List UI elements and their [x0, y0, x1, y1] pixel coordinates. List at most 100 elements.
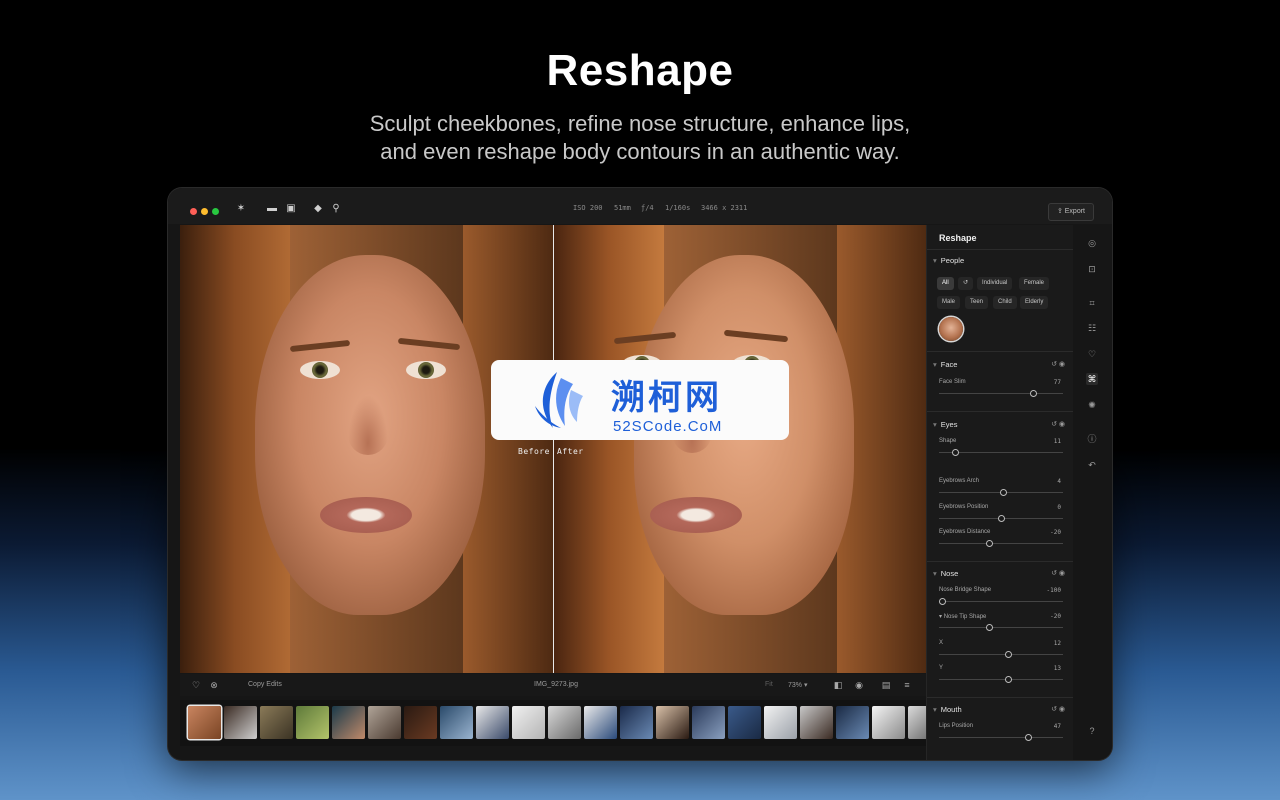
face-section-controls[interactable]: ↺ ◉ [1051, 360, 1065, 368]
eye-shape-slider[interactable] [939, 449, 1063, 456]
thumbnail[interactable] [260, 706, 293, 739]
reset-icon[interactable]: ↺ [1051, 421, 1057, 428]
chip-all[interactable]: All [937, 277, 954, 290]
info-icon[interactable]: ⓘ [1086, 433, 1098, 445]
nose-y-slider[interactable] [939, 676, 1063, 683]
nose-section-header[interactable]: ▾ Nose [933, 569, 958, 578]
adjust-icon[interactable]: ☷ [1086, 322, 1098, 334]
mouth-section-header[interactable]: ▾ Mouth [933, 705, 962, 714]
nose-section-controls[interactable]: ↺ ◉ [1051, 569, 1065, 577]
eraser-icon[interactable]: ◆ [311, 202, 325, 216]
thumbnail[interactable] [584, 706, 617, 739]
nose-x-slider[interactable] [939, 651, 1063, 658]
visibility-icon[interactable]: ◉ [1059, 421, 1065, 428]
compare-icon[interactable]: ◧ [832, 679, 844, 691]
help-icon[interactable]: ? [1086, 725, 1098, 737]
thumbnail[interactable] [512, 706, 545, 739]
slider-knob[interactable] [1000, 489, 1008, 496]
copy-edits-button[interactable]: Copy Edits [248, 681, 282, 688]
chip-child[interactable]: Child [993, 296, 1017, 309]
thumbnail[interactable] [656, 706, 689, 739]
slider-knob[interactable] [939, 598, 946, 605]
crop-icon[interactable]: ⌗ [1086, 297, 1098, 309]
slider-label: ▾ Nose Tip Shape [939, 614, 987, 620]
thumbnail[interactable] [800, 706, 833, 739]
nose-bridge-slider[interactable] [939, 598, 1063, 605]
sparkle-icon[interactable]: ✺ [1086, 399, 1098, 411]
thumbnail[interactable] [188, 706, 221, 739]
maximize-window-button[interactable] [212, 208, 219, 215]
mouth-section-controls[interactable]: ↺ ◉ [1051, 705, 1065, 713]
zoom-dropdown[interactable]: 73% ▾ [788, 681, 807, 689]
close-window-button[interactable] [190, 208, 197, 215]
thumbnail[interactable] [332, 706, 365, 739]
eyes-section-controls[interactable]: ↺ ◉ [1051, 420, 1065, 428]
thumbnail[interactable] [728, 706, 761, 739]
zoom-icon[interactable]: ⚲ [329, 202, 343, 216]
thumbnail[interactable] [368, 706, 401, 739]
reset-people-icon[interactable]: ↺ [958, 277, 974, 290]
reset-icon[interactable]: ↺ [1051, 706, 1057, 713]
image-canvas[interactable]: Before After [180, 225, 926, 673]
slider-knob[interactable] [1005, 651, 1013, 658]
slider-knob[interactable] [1029, 390, 1037, 397]
visibility-icon[interactable]: ◉ [1059, 361, 1065, 368]
eyes-section-header[interactable]: ▾ Eyes [933, 420, 957, 429]
export-button[interactable]: ⇪ Export [1047, 203, 1094, 221]
slider-knob[interactable] [986, 540, 994, 547]
list-icon[interactable]: ≡ [901, 679, 913, 691]
history-icon[interactable]: ↶ [1086, 459, 1098, 471]
thumbnail[interactable] [476, 706, 509, 739]
chip-individual[interactable]: Individual [977, 277, 1013, 290]
portrait-icon[interactable]: ♡ [1086, 348, 1098, 360]
chip-teen[interactable]: Teen [965, 296, 989, 309]
thumbnail[interactable] [440, 706, 473, 739]
thumbnail[interactable] [764, 706, 797, 739]
thumbnail[interactable] [836, 706, 869, 739]
reshape-icon[interactable]: ⌘ [1086, 373, 1098, 385]
before-after-divider[interactable] [553, 225, 554, 673]
lips-position-slider[interactable] [939, 734, 1063, 741]
chip-elderly[interactable]: Elderly [1020, 296, 1049, 309]
filmstrip-icon[interactable]: ▤ [880, 679, 892, 691]
eye-icon[interactable]: ◉ [853, 679, 865, 691]
eyebrows-position-slider[interactable] [939, 515, 1063, 522]
thumbnail[interactable] [404, 706, 437, 739]
layers-icon[interactable]: ◎ [1086, 237, 1098, 249]
reset-icon[interactable]: ↺ [1051, 361, 1057, 368]
face-section-header[interactable]: ▾ Face [933, 360, 957, 369]
thumbnail[interactable] [548, 706, 581, 739]
thumbnail[interactable] [224, 706, 257, 739]
slider-knob[interactable] [998, 515, 1005, 522]
visibility-icon[interactable]: ◉ [1059, 570, 1065, 577]
chip-female[interactable]: Female [1019, 277, 1050, 290]
slider-knob[interactable] [986, 624, 994, 631]
reject-icon[interactable]: ⊗ [208, 679, 220, 691]
minimize-window-button[interactable] [201, 208, 208, 215]
thumbnail[interactable] [908, 706, 926, 739]
auto-enhance-icon[interactable]: ✶ [234, 202, 248, 216]
heart-icon[interactable]: ♡ [190, 679, 202, 691]
after-label: After [557, 447, 584, 456]
face-slim-slider[interactable] [939, 390, 1063, 397]
slider-knob[interactable] [1005, 676, 1013, 683]
fit-button[interactable]: Fit [765, 681, 773, 688]
mask-icon[interactable]: ⊡ [1086, 263, 1098, 275]
gallery-icon[interactable]: ▣ [284, 202, 298, 216]
people-section-header[interactable]: ▾ People [933, 256, 964, 265]
slider-label: Eyebrows Position [939, 504, 989, 510]
thumbnail[interactable] [692, 706, 725, 739]
slider-knob[interactable] [951, 449, 959, 456]
visibility-icon[interactable]: ◉ [1059, 706, 1065, 713]
folder-icon[interactable]: ▬ [265, 202, 279, 216]
eyebrows-distance-slider[interactable] [939, 540, 1063, 547]
thumbnail[interactable] [620, 706, 653, 739]
thumbnail[interactable] [872, 706, 905, 739]
chip-male[interactable]: Male [937, 296, 961, 309]
reset-icon[interactable]: ↺ [1051, 570, 1057, 577]
nose-tip-slider[interactable] [939, 624, 1063, 631]
thumbnail[interactable] [296, 706, 329, 739]
slider-knob[interactable] [1025, 734, 1033, 741]
eyebrows-arch-slider[interactable] [939, 489, 1063, 496]
avatar[interactable] [939, 317, 963, 341]
